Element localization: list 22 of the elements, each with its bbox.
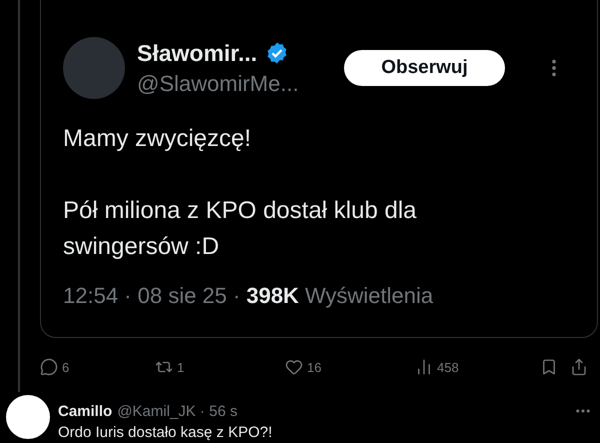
follow-button[interactable]: Obserwuj [344,50,505,86]
reply-author-name: Camillo [58,402,112,420]
action-count: 16 [307,360,322,375]
heart-icon[interactable] [285,358,303,376]
share-icon[interactable] [570,358,588,376]
reply-handle-and-age: @Kamil_JK · 56 s [117,402,238,420]
reply-text: Ordo Iuris dostało kasę z KPO?! [58,424,274,441]
action-count: 1 [177,360,184,375]
view-count: 398K [246,283,299,309]
bookmark-icon[interactable] [540,358,558,376]
views-label: Wyświetlenia [304,283,434,309]
action-count: 458 [437,360,459,375]
tweet-text-line: swingersów :D [63,232,220,262]
author-handle: @SlawomirMe... [137,70,300,96]
tweet-text-line: Pół miliona z KPO dostał klub dla [63,196,418,226]
bar-chart-icon[interactable] [415,358,433,376]
author-name: Sławomir... [137,40,258,66]
tweet-time-and-date: 12:54 · 08 sie 25 · [63,283,240,309]
reply-icon[interactable] [40,358,58,376]
tweet-text-line: Mamy zwycięzcę! [63,124,252,154]
avatar-placeholder [6,395,50,439]
action-count: 6 [62,360,70,375]
